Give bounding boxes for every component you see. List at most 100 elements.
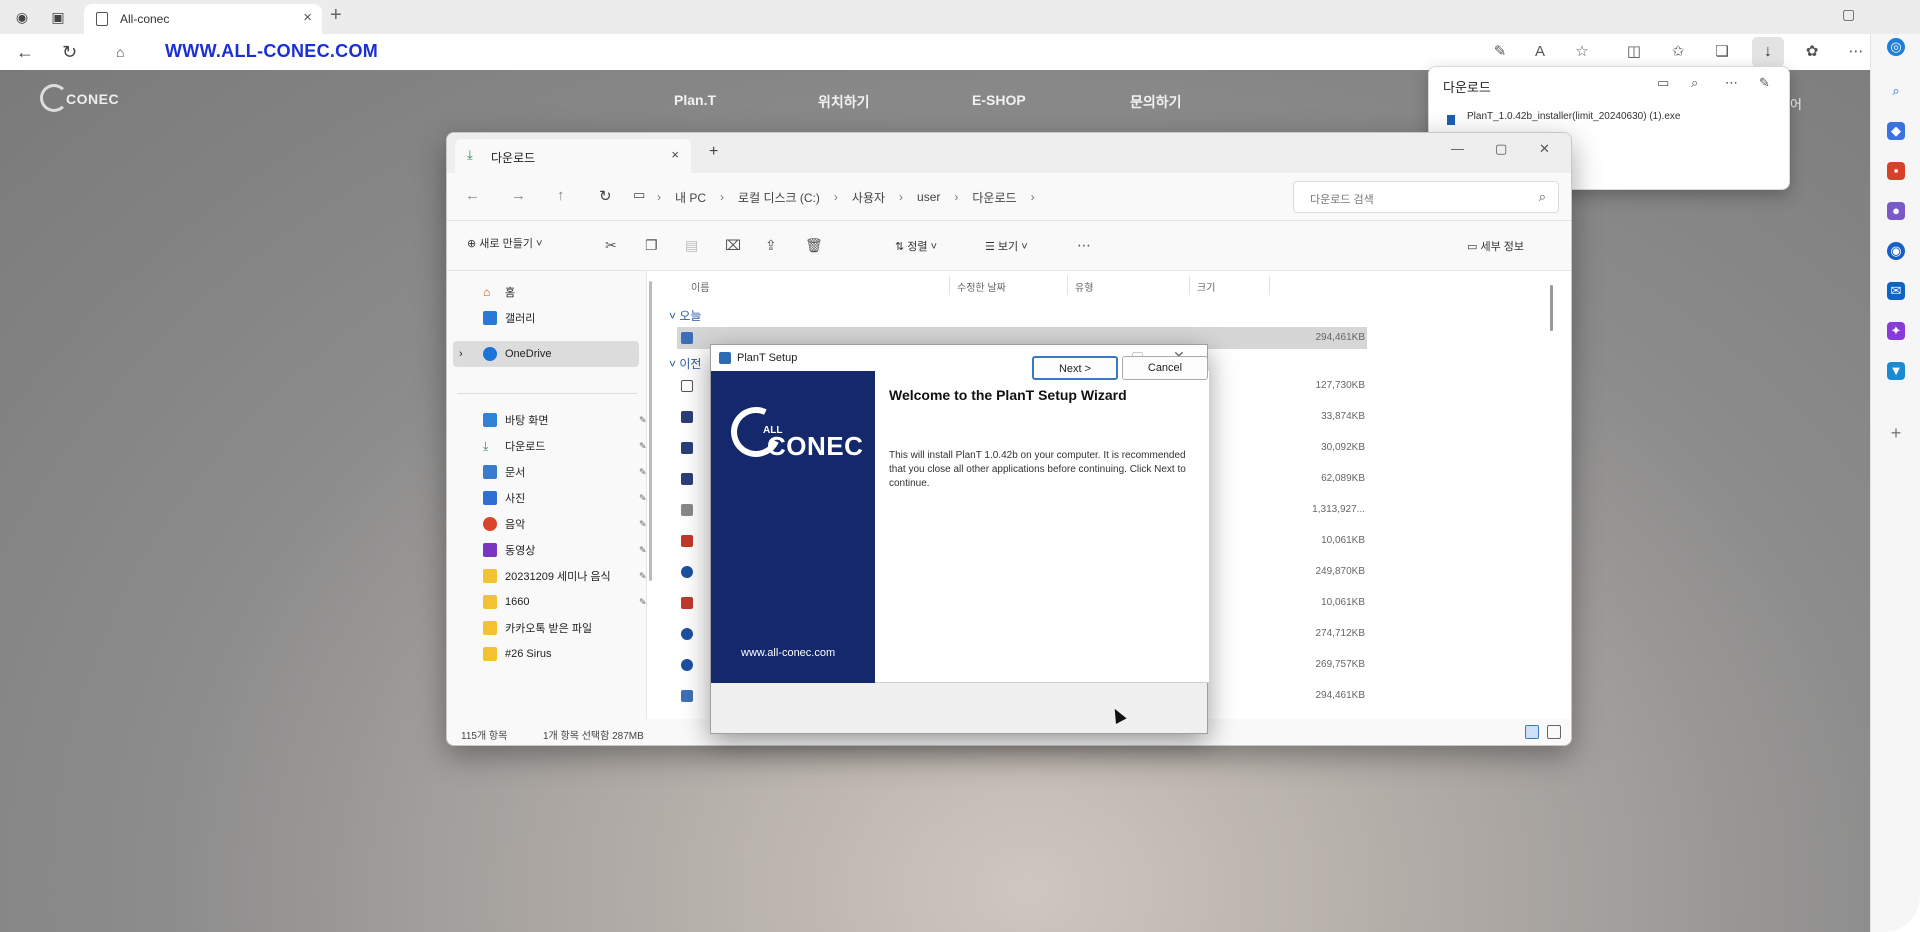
breadcrumb-item[interactable]: 다운로드 — [972, 189, 1016, 206]
search-icon[interactable]: ⌕ — [1691, 75, 1698, 91]
nav-item-folder[interactable]: 20231209 세미나 음식 ✎ — [483, 565, 647, 587]
nav-item-pictures[interactable]: 사진 ✎ — [483, 487, 647, 509]
breadcrumb-item[interactable]: 사용자 — [852, 189, 885, 206]
site-nav-plant[interactable]: Plan.T — [674, 92, 716, 108]
nav-item-home[interactable]: ⌂ 홈 — [483, 281, 515, 303]
tools-icon[interactable]: ▪ — [1887, 162, 1905, 180]
favorite-icon[interactable]: ☆ — [1572, 42, 1592, 62]
refresh-icon[interactable]: ↻ — [599, 187, 612, 205]
site-logo[interactable]: CONEC — [40, 84, 130, 112]
pin-icon[interactable]: ✎ — [639, 545, 647, 556]
extensions-icon[interactable]: ✿ — [1802, 42, 1822, 62]
url-input[interactable]: WWW.ALL-CONEC.COM — [165, 41, 378, 62]
details-button[interactable]: ▭ 세부 정보 — [1467, 238, 1524, 254]
nav-item-folder[interactable]: #26 Sirus — [483, 643, 551, 665]
copilot-icon[interactable]: ◎ — [1887, 38, 1905, 56]
translate-icon[interactable]: ✎ — [1490, 42, 1510, 62]
nav-item-onedrive[interactable]: OneDrive — [483, 343, 551, 365]
nav-scrollbar[interactable] — [649, 281, 652, 581]
group-earlier[interactable]: ˅ 이전 — [669, 355, 701, 372]
close-tab-icon[interactable]: × — [671, 147, 679, 162]
column-separator[interactable] — [949, 275, 950, 295]
refresh-icon[interactable]: ↻ — [62, 42, 77, 63]
maximize-icon[interactable]: ▢ — [1495, 141, 1507, 157]
view-button[interactable]: ☰ 보기 ˅ — [985, 238, 1028, 254]
paste-icon[interactable]: ▤ — [685, 237, 698, 254]
column-separator[interactable] — [1189, 275, 1190, 295]
sort-button[interactable]: ⇅ 정렬 ˅ — [895, 238, 937, 254]
pin-icon[interactable]: ✎ — [639, 597, 647, 608]
pin-icon[interactable]: ✎ — [1759, 75, 1770, 91]
nav-item-desktop[interactable]: 바탕 화면 ✎ — [483, 409, 647, 431]
nav-item-documents[interactable]: 문서 ✎ — [483, 461, 647, 483]
add-icon[interactable]: + — [1887, 424, 1905, 442]
more-icon[interactable]: ⋯ — [1077, 237, 1091, 254]
browser-tab[interactable]: All-conec × — [84, 4, 322, 34]
favorites-icon[interactable]: ✩ — [1668, 42, 1688, 62]
column-header-type[interactable]: 유형 — [1075, 279, 1093, 294]
details-view-icon[interactable] — [1525, 725, 1539, 739]
nav-item-music[interactable]: 음악 ✎ — [483, 513, 647, 535]
designer-icon[interactable]: ✦ — [1887, 322, 1905, 340]
split-screen-icon[interactable]: ◫ — [1624, 42, 1644, 62]
cancel-button[interactable]: Cancel — [1122, 356, 1208, 380]
delete-icon[interactable]: 🗑 — [805, 237, 823, 254]
explorer-tab[interactable]: ⤓ 다운로드 × — [455, 139, 691, 173]
column-separator[interactable] — [1269, 275, 1270, 295]
nav-item-folder[interactable]: 1660 ✎ — [483, 591, 647, 613]
new-button[interactable]: ⊕ 새로 만들기 ˅ — [467, 235, 542, 257]
nav-item-downloads[interactable]: ⤓ 다운로드 ✎ — [483, 435, 647, 457]
download-item[interactable]: PlanT_1.0.42b_installer(limit_20240630) … — [1467, 111, 1680, 122]
next-button[interactable]: Next > — [1032, 356, 1118, 380]
column-separator[interactable] — [1067, 275, 1068, 295]
profile-icon[interactable]: ◉ — [12, 7, 32, 27]
office-icon[interactable]: ◉ — [1887, 242, 1905, 260]
back-icon[interactable]: ← — [465, 187, 480, 204]
site-nav-eshop[interactable]: E-SHOP — [972, 92, 1026, 108]
new-tab-button[interactable]: + — [709, 143, 718, 161]
column-header-size[interactable]: 크기 — [1197, 279, 1215, 294]
pin-icon[interactable]: ✎ — [639, 415, 647, 426]
column-header-name[interactable]: 이름 — [691, 279, 709, 294]
expand-chevron-icon[interactable]: › — [459, 343, 463, 365]
minimize-icon[interactable]: — — [1451, 141, 1464, 156]
outlook-icon[interactable]: ✉ — [1887, 282, 1905, 300]
search-icon[interactable]: ⌕ — [1887, 82, 1905, 100]
site-nav-location[interactable]: 위치하기 — [818, 92, 870, 112]
nav-item-gallery[interactable]: 갤러리 — [483, 307, 535, 329]
drop-icon[interactable]: ▼ — [1887, 362, 1905, 380]
restore-icon[interactable]: ▢ — [1842, 6, 1855, 23]
search-input[interactable]: 다운로드 검색 ⌕ — [1293, 181, 1559, 213]
new-tab-button[interactable]: + — [330, 4, 342, 27]
pin-icon[interactable]: ✎ — [639, 493, 647, 504]
copy-icon[interactable]: ❐ — [645, 237, 658, 254]
close-icon[interactable]: ✕ — [1539, 141, 1550, 157]
forward-icon[interactable]: → — [511, 187, 526, 204]
workspaces-icon[interactable]: ▣ — [48, 7, 68, 27]
site-nav-contact[interactable]: 문의하기 — [1130, 92, 1182, 112]
breadcrumb-item[interactable]: 로컬 디스크 (C:) — [738, 189, 820, 206]
back-icon[interactable]: ← — [16, 42, 34, 63]
group-today[interactable]: ˅ 오늘 — [669, 307, 701, 324]
rename-icon[interactable]: ⌧ — [725, 237, 741, 254]
pin-icon[interactable]: ✎ — [639, 467, 647, 478]
persona-icon[interactable]: ● — [1887, 202, 1905, 220]
more-icon[interactable]: ⋯ — [1725, 75, 1738, 91]
pin-icon[interactable]: ✎ — [639, 519, 647, 530]
nav-item-videos[interactable]: 동영상 ✎ — [483, 539, 647, 561]
up-icon[interactable]: ↑ — [557, 187, 565, 204]
cut-icon[interactable]: ✂ — [605, 237, 617, 254]
read-aloud-icon[interactable]: A — [1530, 42, 1550, 62]
breadcrumb-item[interactable]: user — [917, 190, 940, 204]
lock-icon[interactable]: ⌂ — [116, 44, 124, 60]
breadcrumb-item[interactable]: 내 PC — [675, 189, 706, 206]
breadcrumb[interactable]: › 내 PC › 로컬 디스크 (C:) › 사용자 › user › 다운로드… — [657, 181, 1257, 213]
shopping-icon[interactable]: ◆ — [1887, 122, 1905, 140]
tiles-view-icon[interactable] — [1547, 725, 1561, 739]
column-header-date[interactable]: 수정한 날짜 — [957, 279, 1006, 294]
collections-icon[interactable]: ❏ — [1712, 42, 1732, 62]
pin-icon[interactable]: ✎ — [639, 441, 647, 452]
folder-icon[interactable]: ▭ — [1657, 75, 1669, 91]
more-icon[interactable]: ⋯ — [1846, 42, 1866, 62]
nav-item-folder[interactable]: 카카오톡 받은 파일 — [483, 617, 592, 639]
